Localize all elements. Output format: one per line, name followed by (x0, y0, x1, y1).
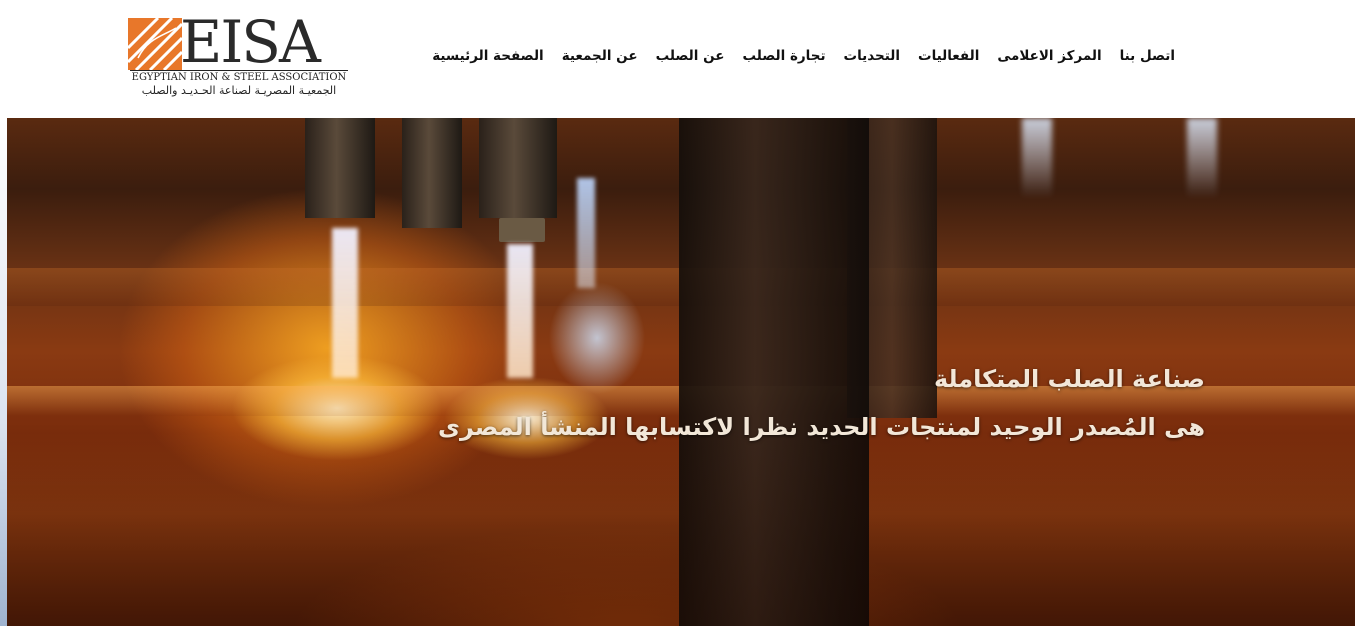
logo-subtitle-arabic: الجمعيـة المصريـة لصناعة الحـديـد والصلب (141, 84, 337, 97)
nav-item-contact-us[interactable]: اتصل بنا (1120, 46, 1175, 66)
nav-item-events[interactable]: الفعاليات (918, 46, 979, 66)
steel-coil-logo-icon (128, 18, 182, 70)
site-header: EISA EGYPTIAN IRON & STEEL ASSOCIATION ا… (0, 0, 1355, 118)
eisa-logo[interactable]: EISA EGYPTIAN IRON & STEEL ASSOCIATION ا… (128, 8, 350, 102)
hero-title: صناعة الصلب المتكاملة (933, 365, 1205, 393)
nav-item-media-center[interactable]: المركز الاعلامى (997, 46, 1101, 66)
hero-banner: صناعة الصلب المتكاملة هى المُصدر الوحيد … (7, 118, 1355, 626)
nav-item-home[interactable]: الصفحة الرئيسية (432, 46, 543, 66)
logo-subtitle-english: EGYPTIAN IRON & STEEL ASSOCIATION (130, 70, 348, 83)
hero-subtitle: هى المُصدر الوحيد لمنتجات الحديد نظرا لا… (438, 413, 1205, 441)
logo-wordmark: EISA (180, 8, 321, 76)
nav-item-steel-trade[interactable]: تجارة الصلب (742, 46, 825, 66)
nav-item-about-steel[interactable]: عن الصلب (656, 46, 725, 66)
main-navigation: الصفحة الرئيسية عن الجمعية عن الصلب تجار… (432, 46, 1175, 66)
nav-item-challenges[interactable]: التحديات (844, 46, 900, 66)
nav-item-about-association[interactable]: عن الجمعية (562, 46, 638, 66)
page-edge (0, 118, 7, 626)
